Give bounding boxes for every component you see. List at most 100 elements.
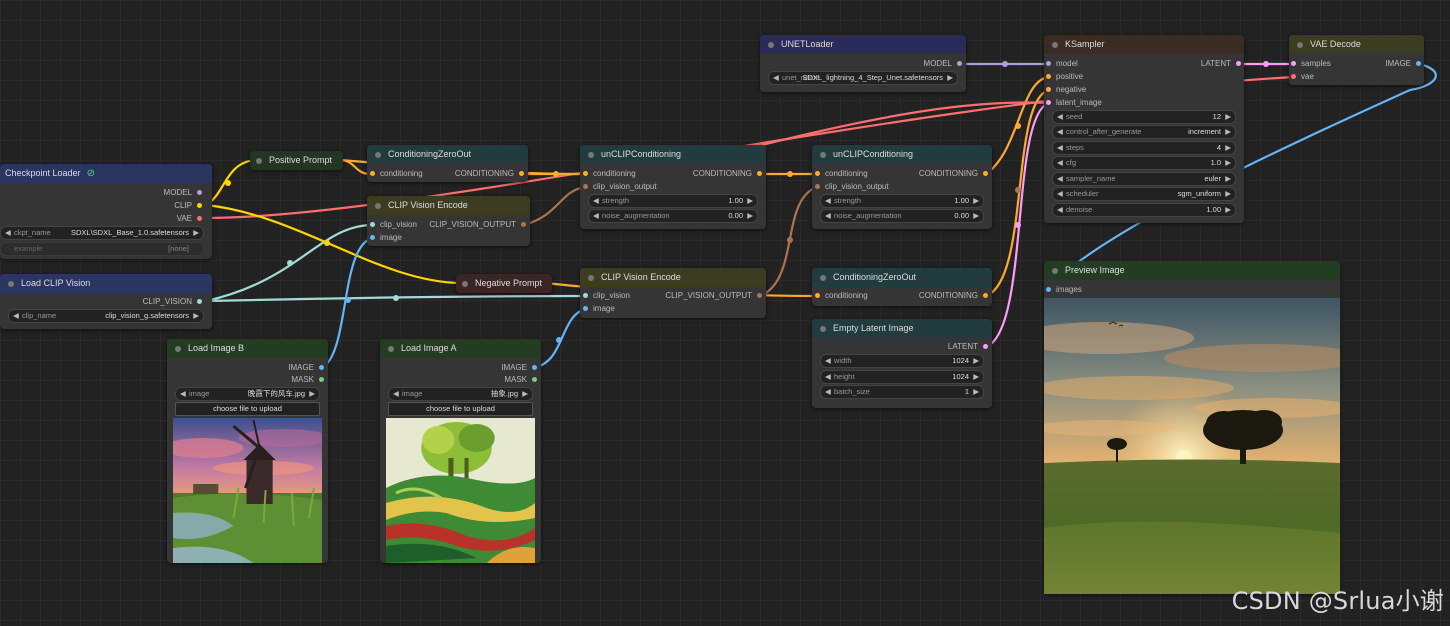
node-header[interactable]: CLIP Vision Encode xyxy=(367,196,530,215)
arrow-right-icon[interactable]: ▶ xyxy=(973,195,979,207)
strength-slider[interactable]: ◀ strength 1.00 ▶ xyxy=(820,194,984,208)
node-header[interactable]: ConditioningZeroOut xyxy=(812,268,992,287)
cfg-field[interactable]: ◀ cfg 1.0 ▶ xyxy=(1052,156,1236,170)
output-vae[interactable]: VAE xyxy=(177,213,202,225)
noise-augmentation-slider[interactable]: ◀ noise_augmentation 0.00 ▶ xyxy=(820,209,984,223)
arrow-left-icon[interactable]: ◀ xyxy=(593,210,599,222)
arrow-left-icon[interactable]: ◀ xyxy=(825,355,831,367)
node-unclip-conditioning-2[interactable]: unCLIPConditioning conditioning clip_vis… xyxy=(812,145,992,229)
example-field[interactable]: example [none] xyxy=(0,242,204,256)
node-header[interactable]: Checkpoint Loader ⊘ xyxy=(0,164,212,183)
output-mask[interactable]: MASK xyxy=(291,374,324,386)
arrow-left-icon[interactable]: ◀ xyxy=(1057,188,1063,200)
arrow-left-icon[interactable]: ◀ xyxy=(825,386,831,398)
node-clip-vision-encode-2[interactable]: CLIP Vision Encode clip_vision image CLI… xyxy=(580,268,766,318)
output-clip-vision[interactable]: CLIP_VISION xyxy=(143,296,202,308)
arrow-left-icon[interactable]: ◀ xyxy=(393,388,399,400)
output-conditioning[interactable]: CONDITIONING xyxy=(693,168,762,180)
arrow-left-icon[interactable]: ◀ xyxy=(1057,157,1063,169)
collapse-dot-icon[interactable] xyxy=(1052,267,1058,274)
collapse-dot-icon[interactable] xyxy=(1297,41,1303,48)
node-positive-prompt[interactable]: Positive Prompt xyxy=(250,151,343,170)
ckpt-name-combo[interactable]: ◀ ckpt_name SDXL\SDXL_Base_1.0.safetenso… xyxy=(0,226,204,240)
arrow-right-icon[interactable]: ▶ xyxy=(1225,126,1231,138)
arrow-left-icon[interactable]: ◀ xyxy=(1057,204,1063,216)
input-images[interactable]: images xyxy=(1046,284,1082,296)
input-latent-image[interactable]: latent_image xyxy=(1046,97,1102,109)
width-field[interactable]: ◀ width 1024 ▶ xyxy=(820,354,984,368)
arrow-right-icon[interactable]: ▶ xyxy=(1225,157,1231,169)
arrow-right-icon[interactable]: ▶ xyxy=(1225,142,1231,154)
input-samples[interactable]: samples xyxy=(1291,58,1331,70)
arrow-right-icon[interactable]: ▶ xyxy=(747,195,753,207)
arrow-right-icon[interactable]: ▶ xyxy=(1225,204,1231,216)
node-header[interactable]: Negative Prompt xyxy=(456,274,552,293)
arrow-right-icon[interactable]: ▶ xyxy=(1225,111,1231,123)
arrow-left-icon[interactable]: ◀ xyxy=(1057,173,1063,185)
arrow-left-icon[interactable]: ◀ xyxy=(773,72,779,84)
arrow-right-icon[interactable]: ▶ xyxy=(1225,173,1231,185)
node-header[interactable]: Load Image B xyxy=(167,339,328,358)
output-clip-vision-output[interactable]: CLIP_VISION_OUTPUT xyxy=(665,290,762,302)
node-header[interactable]: unCLIPConditioning xyxy=(580,145,766,164)
output-image[interactable]: IMAGE xyxy=(1385,58,1421,70)
arrow-right-icon[interactable]: ▶ xyxy=(973,386,979,398)
arrow-right-icon[interactable]: ▶ xyxy=(947,72,953,84)
height-field[interactable]: ◀ height 1024 ▶ xyxy=(820,370,984,384)
node-header[interactable]: KSampler xyxy=(1044,35,1244,54)
input-image[interactable]: image xyxy=(370,232,402,244)
node-load-image-b[interactable]: Load Image B IMAGE MASK ◀ image 晚霞下的风车.j… xyxy=(167,339,328,563)
input-clip-vision-output[interactable]: clip_vision_output xyxy=(815,181,889,193)
collapse-dot-icon[interactable] xyxy=(175,345,181,352)
collapse-dot-icon[interactable] xyxy=(588,151,594,158)
input-conditioning[interactable]: conditioning xyxy=(815,168,868,180)
image-combo[interactable]: ◀ image 晚霞下的风车.jpg ▶ xyxy=(175,387,320,401)
unet-name-combo[interactable]: ◀ unet_name SDXL_lightning_4_Step_Unet.s… xyxy=(768,71,958,85)
node-conditioning-zero-out-1[interactable]: ConditioningZeroOut conditioning CONDITI… xyxy=(367,145,528,182)
arrow-left-icon[interactable]: ◀ xyxy=(593,195,599,207)
upload-button[interactable]: choose file to upload xyxy=(388,402,533,416)
input-clip-vision[interactable]: clip_vision xyxy=(370,219,417,231)
output-conditioning[interactable]: CONDITIONING xyxy=(919,168,988,180)
arrow-right-icon[interactable]: ▶ xyxy=(193,310,199,322)
node-header[interactable]: Preview Image xyxy=(1044,261,1340,280)
arrow-left-icon[interactable]: ◀ xyxy=(1057,126,1063,138)
input-conditioning[interactable]: conditioning xyxy=(370,168,423,180)
clip-name-combo[interactable]: ◀ clip_name clip_vision_g.safetensors ▶ xyxy=(8,309,204,323)
strength-slider[interactable]: ◀ strength 1.00 ▶ xyxy=(588,194,758,208)
collapse-dot-icon[interactable] xyxy=(256,157,262,164)
arrow-left-icon[interactable]: ◀ xyxy=(180,388,186,400)
node-header[interactable]: Empty Latent Image xyxy=(812,319,992,338)
input-conditioning[interactable]: conditioning xyxy=(583,168,636,180)
output-latent[interactable]: LATENT xyxy=(948,341,988,353)
node-header[interactable]: CLIP Vision Encode xyxy=(580,268,766,287)
collapse-dot-icon[interactable] xyxy=(462,280,468,287)
batch-size-field[interactable]: ◀ batch_size 1 ▶ xyxy=(820,385,984,399)
collapse-dot-icon[interactable] xyxy=(820,325,826,332)
node-load-clip-vision[interactable]: Load CLIP Vision CLIP_VISION ◀ clip_name… xyxy=(0,274,212,329)
output-model[interactable]: MODEL xyxy=(924,58,962,70)
node-header[interactable]: Load CLIP Vision xyxy=(0,274,212,293)
control-after-generate-combo[interactable]: ◀ control_after_generate increment ▶ xyxy=(1052,125,1236,139)
input-clip-vision-output[interactable]: clip_vision_output xyxy=(583,181,657,193)
node-header[interactable]: unCLIPConditioning xyxy=(812,145,992,164)
arrow-left-icon[interactable]: ◀ xyxy=(1057,142,1063,154)
arrow-right-icon[interactable]: ▶ xyxy=(973,371,979,383)
collapse-dot-icon[interactable] xyxy=(388,345,394,352)
node-clip-vision-encode-1[interactable]: CLIP Vision Encode clip_vision image CLI… xyxy=(367,196,530,246)
collapse-dot-icon[interactable] xyxy=(820,151,826,158)
output-clip-vision-output[interactable]: CLIP_VISION_OUTPUT xyxy=(429,219,526,231)
node-header[interactable]: Load Image A xyxy=(380,339,541,358)
node-header[interactable]: ConditioningZeroOut xyxy=(367,145,528,164)
collapse-dot-icon[interactable] xyxy=(820,274,826,281)
input-clip-vision[interactable]: clip_vision xyxy=(583,290,630,302)
arrow-left-icon[interactable]: ◀ xyxy=(1057,111,1063,123)
collapse-dot-icon[interactable] xyxy=(375,151,381,158)
arrow-right-icon[interactable]: ▶ xyxy=(973,210,979,222)
output-conditioning[interactable]: CONDITIONING xyxy=(455,168,524,180)
arrow-right-icon[interactable]: ▶ xyxy=(193,227,199,239)
image-combo[interactable]: ◀ image 抽象.jpg ▶ xyxy=(388,387,533,401)
input-model[interactable]: model xyxy=(1046,58,1078,70)
arrow-right-icon[interactable]: ▶ xyxy=(1225,188,1231,200)
collapse-dot-icon[interactable] xyxy=(8,280,14,287)
